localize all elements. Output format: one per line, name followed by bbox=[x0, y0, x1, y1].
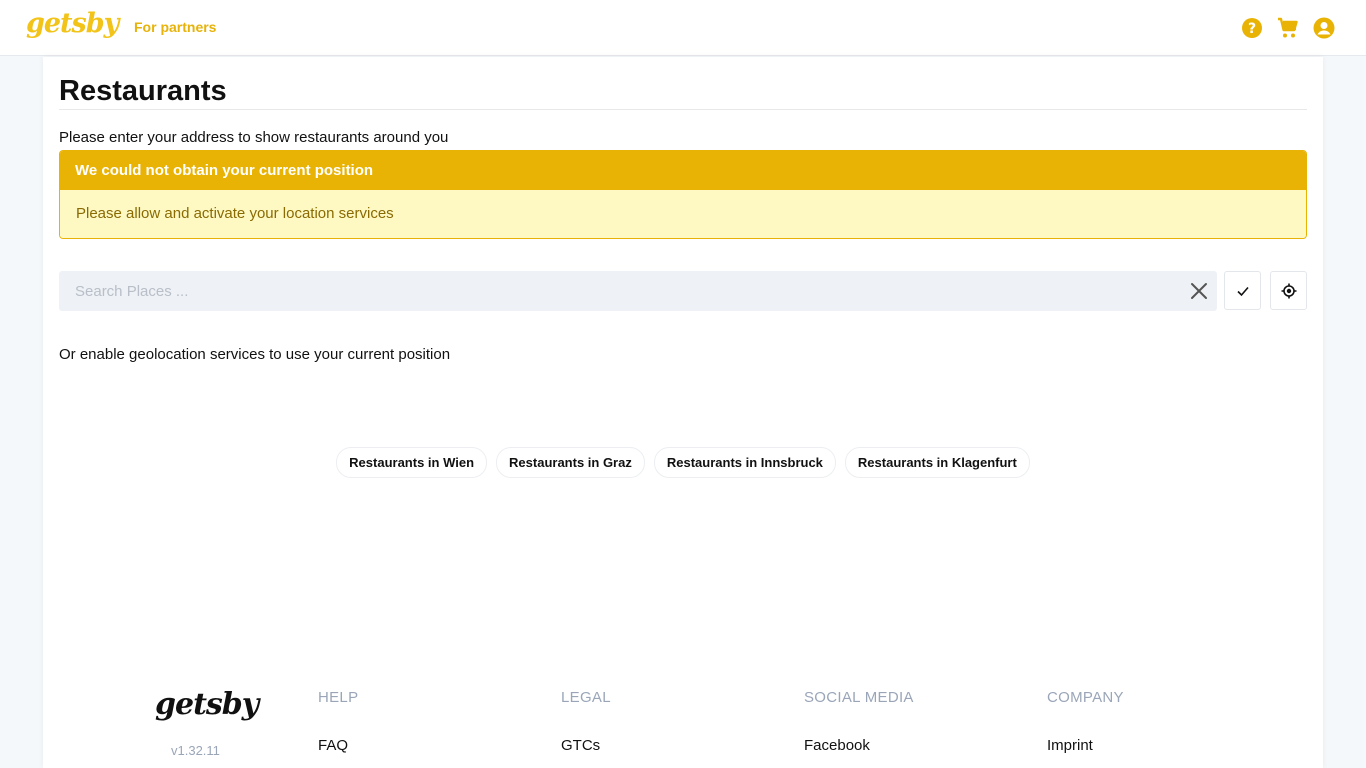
for-partners-link[interactable]: For partners bbox=[134, 19, 216, 35]
account-icon[interactable] bbox=[1312, 16, 1336, 40]
alert-message: Please allow and activate your location … bbox=[60, 190, 1306, 238]
getsby-logo[interactable]: getsby bbox=[26, 8, 119, 39]
app-version: v1.32.11 bbox=[171, 743, 220, 758]
location-alert: We could not obtain your current positio… bbox=[59, 150, 1307, 239]
faq-link[interactable]: FAQ bbox=[318, 737, 348, 754]
footer-heading: LEGAL bbox=[561, 689, 611, 706]
header-actions: ? bbox=[1240, 16, 1336, 40]
footer-logo: getsby bbox=[155, 687, 259, 722]
page-title: Restaurants bbox=[59, 75, 227, 107]
clear-search-button[interactable] bbox=[1187, 279, 1211, 303]
top-navbar: getsby For partners ? bbox=[0, 0, 1366, 56]
cart-icon[interactable] bbox=[1276, 16, 1300, 40]
city-link-graz[interactable]: Restaurants in Graz bbox=[496, 447, 645, 478]
footer-heading: COMPANY bbox=[1047, 689, 1124, 706]
footer-col-social: SOCIAL MEDIA Facebook bbox=[804, 689, 914, 754]
geolocation-hint: Or enable geolocation services to use yo… bbox=[59, 346, 451, 363]
imprint-link[interactable]: Imprint bbox=[1047, 737, 1093, 754]
use-location-button[interactable] bbox=[1270, 271, 1307, 310]
footer-heading: HELP bbox=[318, 689, 359, 706]
city-links: Restaurants in Wien Restaurants in Graz … bbox=[43, 447, 1323, 478]
locate-icon bbox=[1281, 283, 1296, 298]
checkmark-icon bbox=[1236, 286, 1249, 296]
footer: getsby v1.32.11 HELP FAQ LEGAL GTCs SOCI… bbox=[43, 677, 1323, 768]
city-link-innsbruck[interactable]: Restaurants in Innsbruck bbox=[653, 447, 836, 478]
footer-col-legal: LEGAL GTCs bbox=[561, 689, 611, 754]
footer-heading: SOCIAL MEDIA bbox=[804, 689, 914, 706]
confirm-search-button[interactable] bbox=[1224, 271, 1261, 310]
main-panel: Restaurants Please enter your address to… bbox=[43, 57, 1323, 768]
intro-text: Please enter your address to show restau… bbox=[59, 129, 449, 146]
help-icon[interactable]: ? bbox=[1240, 16, 1264, 40]
svg-text:?: ? bbox=[1248, 21, 1256, 37]
facebook-link[interactable]: Facebook bbox=[804, 737, 870, 754]
search-input[interactable] bbox=[59, 271, 1169, 311]
footer-col-company: COMPANY Imprint bbox=[1047, 689, 1124, 754]
footer-col-help: HELP FAQ bbox=[318, 689, 359, 754]
search-box bbox=[59, 271, 1217, 311]
gtcs-link[interactable]: GTCs bbox=[561, 737, 600, 754]
close-icon bbox=[1191, 283, 1207, 299]
city-link-klagenfurt[interactable]: Restaurants in Klagenfurt bbox=[844, 447, 1030, 478]
alert-title: We could not obtain your current positio… bbox=[60, 151, 1306, 190]
title-divider bbox=[59, 109, 1307, 110]
city-link-wien[interactable]: Restaurants in Wien bbox=[336, 447, 488, 478]
